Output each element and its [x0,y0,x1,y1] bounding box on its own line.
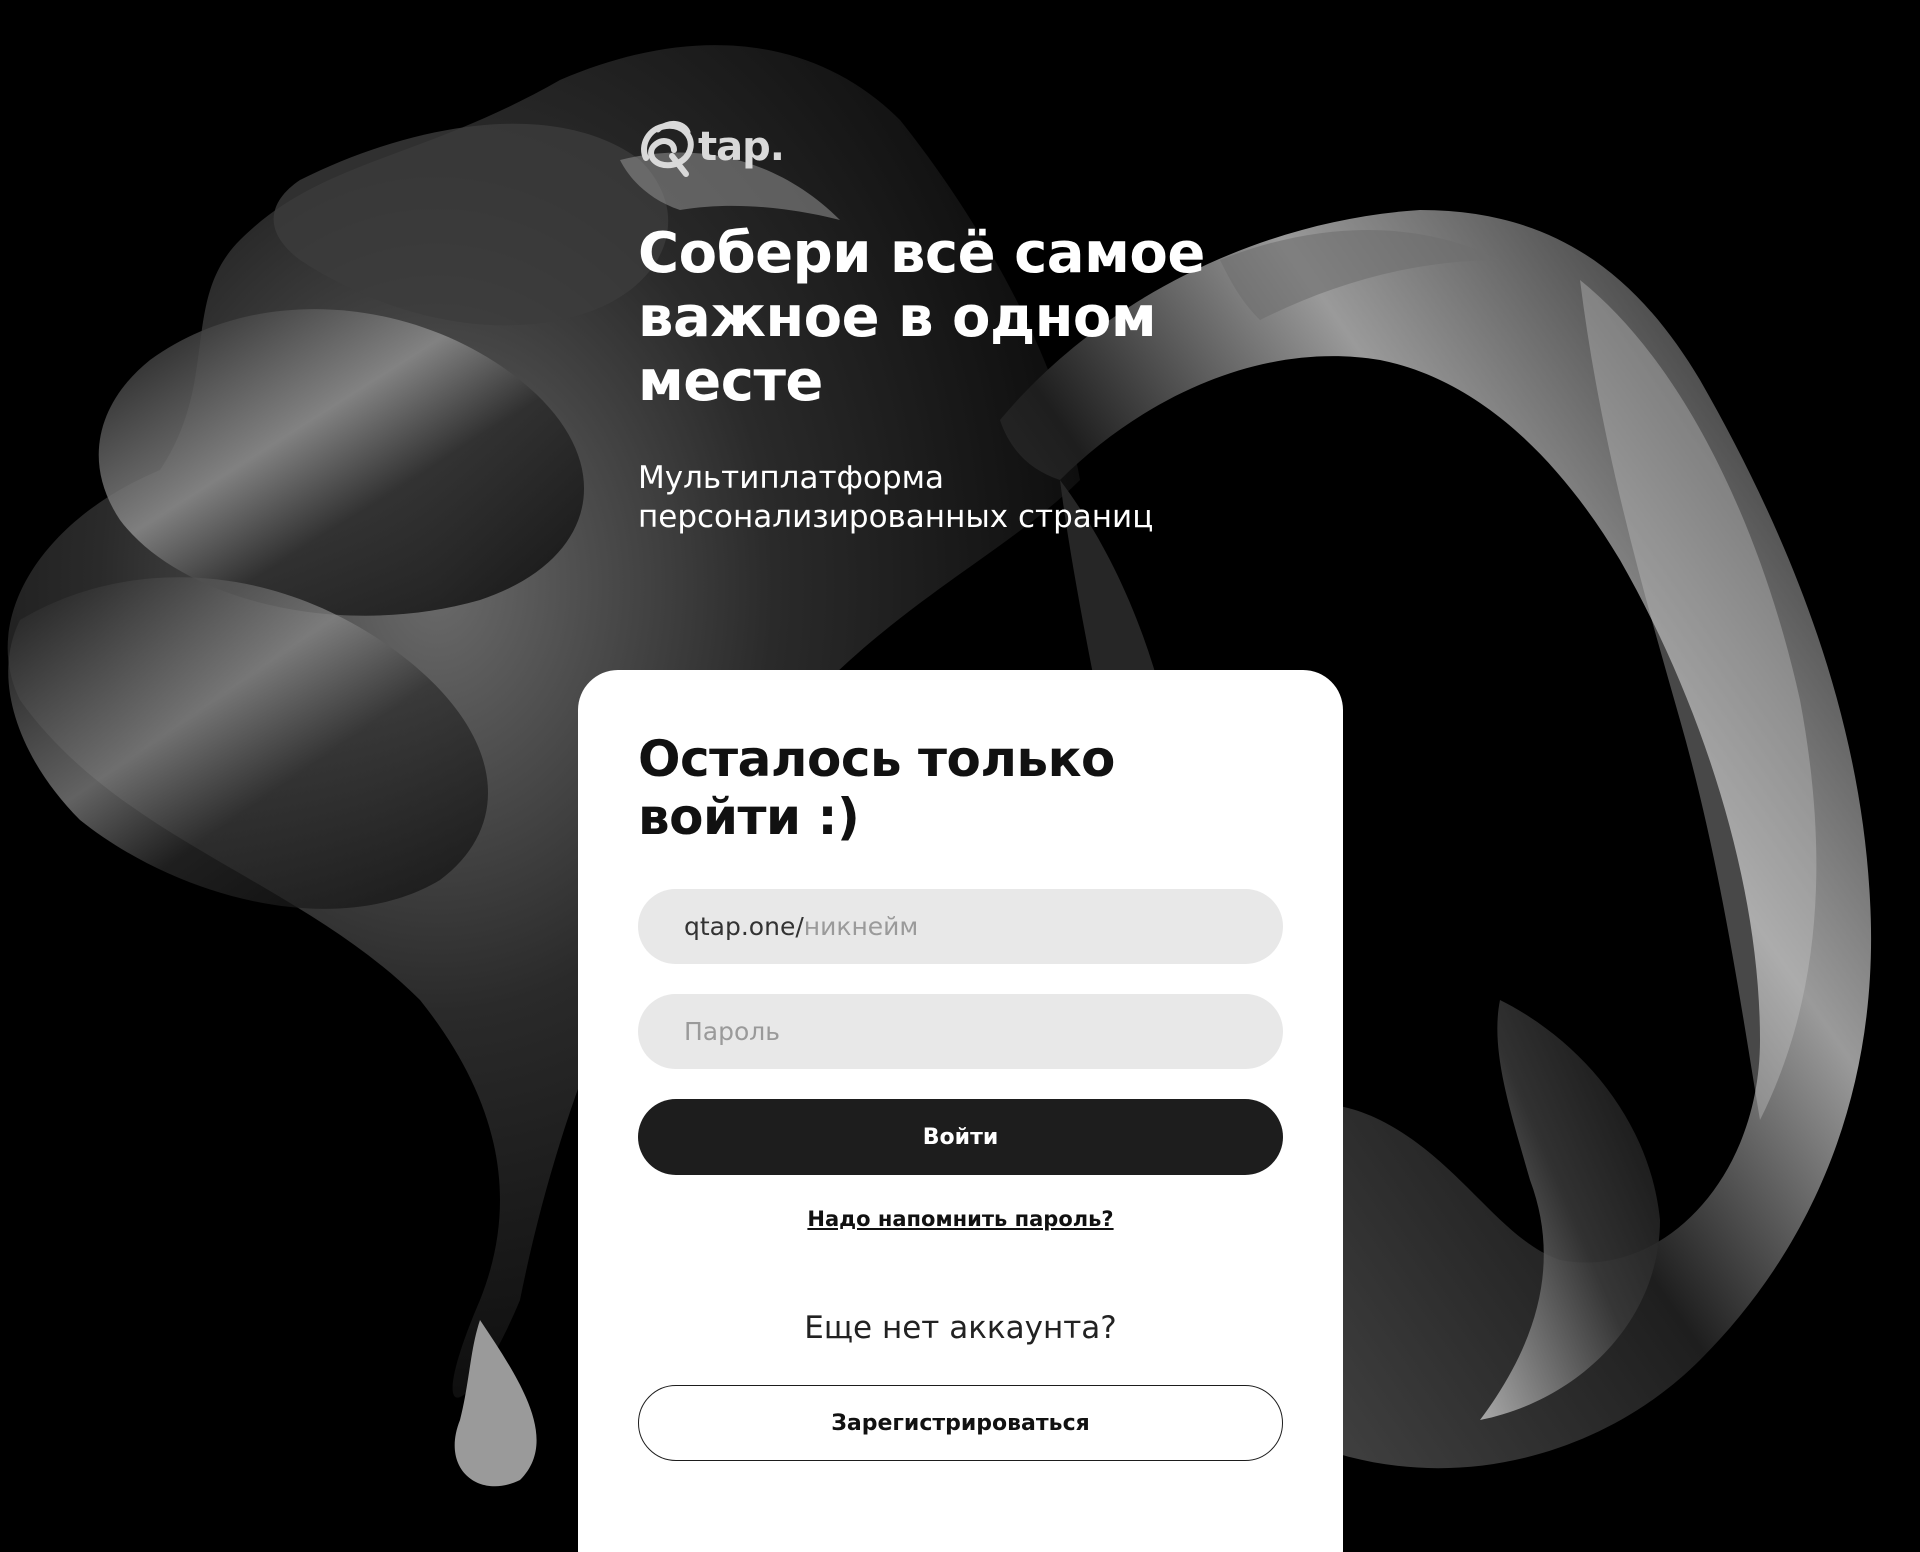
headline-line-1: Собери всё самое [638,221,1205,286]
subtitle-line-1: Мультиплатформа [638,460,945,496]
headline-line-3: месте [638,349,823,414]
headline-line-2: важное в одном [638,285,1157,350]
register-button-label: Зарегистрироваться [831,1410,1090,1436]
login-button[interactable]: Войти [638,1099,1283,1175]
hero-headline: Собери всё самое важное в одном месте [638,222,1278,414]
register-button[interactable]: Зарегистрироваться [638,1385,1283,1461]
forgot-password-link[interactable]: Надо напомнить пароль? [578,1207,1343,1231]
login-title-line-1: Осталось только [638,730,1115,788]
username-input[interactable]: qtap.one/никнейм [638,889,1283,964]
username-placeholder: никнейм [803,912,919,941]
qtap-logo[interactable]: tap. [638,118,788,184]
username-prefix: qtap.one/ [684,912,804,941]
login-card-title: Осталось только войти :) [638,730,1258,846]
password-input[interactable]: Пароль [638,994,1283,1069]
logo-text: tap. [698,124,785,170]
login-title-line-2: войти :) [638,788,860,846]
qtap-logo-icon [641,121,694,177]
login-card: Осталось только войти :) qtap.one/никней… [578,670,1343,1552]
subtitle-line-2: персонализированных страниц [638,499,1154,535]
login-page: tap. Собери всё самое важное в одном мес… [0,0,1920,1552]
no-account-text: Еще нет аккаунта? [804,1310,1117,1346]
password-placeholder: Пароль [684,1017,780,1046]
hero-subtitle: Мультиплатформа персонализированных стра… [638,459,1198,537]
login-button-label: Войти [922,1124,999,1150]
